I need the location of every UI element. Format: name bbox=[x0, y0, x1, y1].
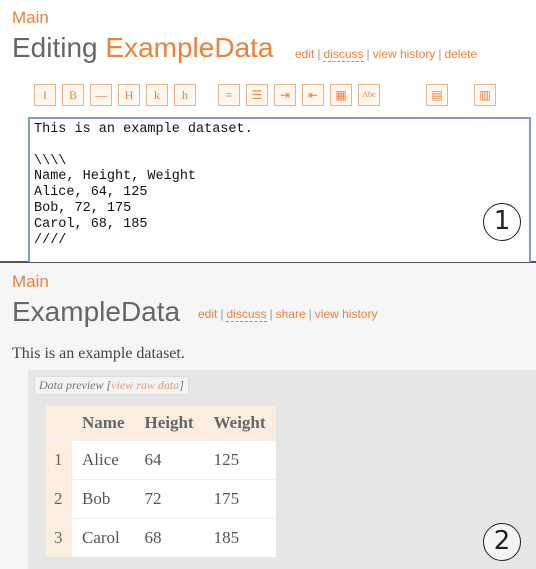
bulleted-list-icon[interactable]: ≡ bbox=[218, 84, 240, 106]
editor-content[interactable]: This is an example dataset. \\\\ Name, H… bbox=[30, 119, 529, 248]
page-title-prefix: Editing bbox=[12, 32, 98, 63]
cell-name: Bob bbox=[72, 479, 135, 519]
italic-icon[interactable]: I bbox=[34, 84, 56, 106]
chart-icon[interactable]: ▥ bbox=[474, 84, 496, 106]
text-icon[interactable]: Abc bbox=[358, 84, 380, 106]
cell-name: Alice bbox=[72, 440, 135, 480]
image-icon[interactable]: h bbox=[174, 84, 196, 106]
data-icon[interactable]: ▤ bbox=[426, 84, 448, 106]
page-title-name: ExampleData bbox=[105, 32, 274, 63]
row-number: 1 bbox=[46, 440, 72, 480]
table-icon[interactable]: ▦ bbox=[330, 84, 352, 106]
view-raw-data-link[interactable]: view raw data bbox=[111, 378, 179, 392]
view-page-title-name: ExampleData bbox=[12, 296, 181, 327]
view-history-link[interactable]: view history bbox=[373, 47, 436, 61]
table-row: 3 Carol 68 185 bbox=[46, 518, 276, 557]
link-icon[interactable]: k bbox=[146, 84, 168, 106]
discuss-link[interactable]: discuss bbox=[226, 307, 267, 322]
table-header-row: Name Height Weight bbox=[46, 406, 276, 441]
cell-weight: 175 bbox=[203, 479, 276, 519]
column-header-name: Name bbox=[72, 406, 135, 441]
bold-icon[interactable]: B bbox=[62, 84, 84, 106]
editor-textarea[interactable]: This is an example dataset. \\\\ Name, H… bbox=[28, 117, 531, 262]
row-number: 3 bbox=[46, 518, 72, 557]
view-page-actions: edit | discuss | share | view history bbox=[198, 307, 378, 322]
data-preview-title: Data preview bbox=[39, 378, 104, 392]
row-number-header bbox=[46, 406, 72, 441]
numbered-list-icon[interactable]: ☰ bbox=[246, 84, 268, 106]
dataset-description: This is an example dataset. bbox=[12, 345, 185, 362]
edit-link[interactable]: edit bbox=[198, 307, 217, 321]
view-page-title: ExampleData bbox=[12, 296, 180, 328]
column-header-weight: Weight bbox=[203, 406, 276, 441]
heading-icon[interactable]: H bbox=[118, 84, 140, 106]
cell-height: 68 bbox=[134, 518, 204, 557]
data-preview-label: Data preview [view raw data] bbox=[34, 376, 189, 395]
column-header-height: Height bbox=[134, 406, 204, 441]
discuss-link[interactable]: discuss bbox=[323, 47, 364, 62]
step-marker-1: 1 bbox=[483, 203, 521, 241]
data-preview-table: Name Height Weight 1 Alice 64 125 2 Bob … bbox=[46, 406, 276, 557]
horizontal-rule-icon[interactable]: — bbox=[90, 84, 112, 106]
outdent-icon[interactable]: ⇤ bbox=[302, 84, 324, 106]
share-link[interactable]: share bbox=[276, 307, 306, 321]
breadcrumb-main-view[interactable]: Main bbox=[12, 272, 49, 292]
breadcrumb-main[interactable]: Main bbox=[12, 8, 49, 28]
step-marker-2: 2 bbox=[483, 523, 521, 561]
view-history-link[interactable]: view history bbox=[315, 307, 378, 321]
row-number: 2 bbox=[46, 479, 72, 519]
table-row: 1 Alice 64 125 bbox=[46, 440, 276, 480]
edit-link[interactable]: edit bbox=[295, 47, 314, 61]
cell-height: 72 bbox=[134, 479, 204, 519]
cell-weight: 185 bbox=[203, 518, 276, 557]
cell-weight: 125 bbox=[203, 440, 276, 480]
delete-link[interactable]: delete bbox=[444, 47, 477, 61]
cell-height: 64 bbox=[134, 440, 204, 480]
table-row: 2 Bob 72 175 bbox=[46, 479, 276, 519]
indent-icon[interactable]: ⇥ bbox=[274, 84, 296, 106]
page-title: Editing ExampleData bbox=[12, 32, 274, 64]
cell-name: Carol bbox=[72, 518, 135, 557]
page-actions: edit | discuss | view history | delete bbox=[295, 47, 478, 62]
